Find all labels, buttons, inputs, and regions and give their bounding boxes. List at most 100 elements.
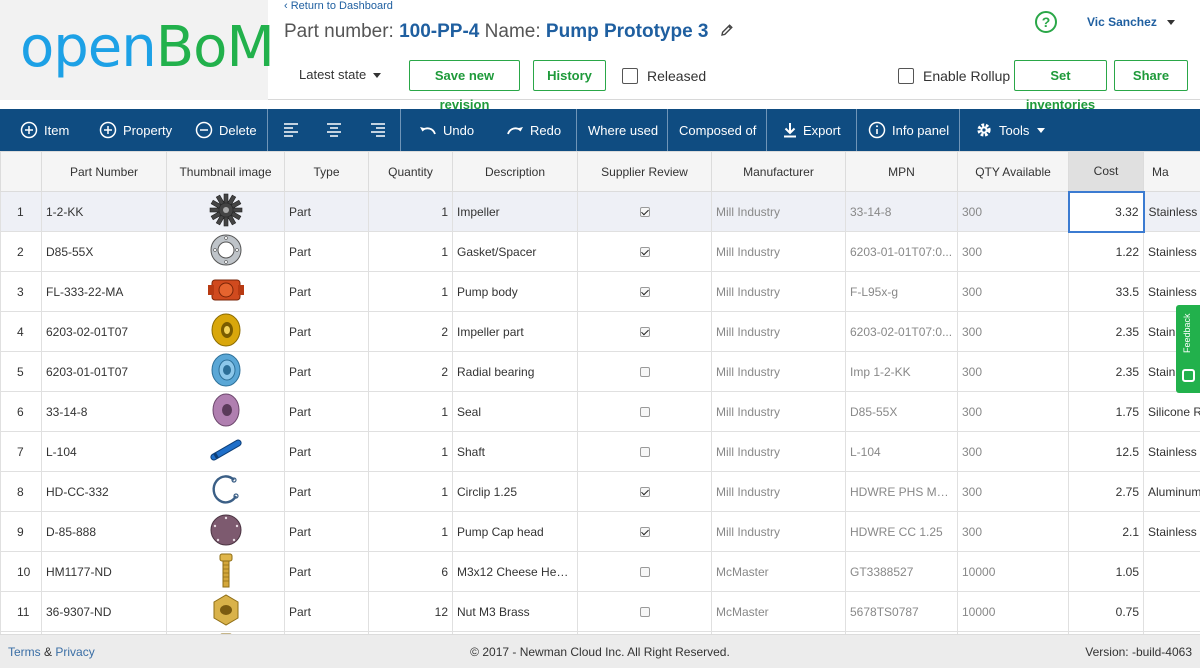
delete-button[interactable]: Delete bbox=[195, 109, 257, 151]
supplier-review-checkbox[interactable] bbox=[639, 327, 650, 338]
supplier-review-cell[interactable] bbox=[577, 271, 712, 312]
qty-available-cell[interactable]: 300 bbox=[957, 511, 1069, 552]
mpn-cell[interactable]: 33-14-8 bbox=[845, 191, 958, 232]
cost-cell[interactable]: 3.32 bbox=[1067, 190, 1145, 233]
qty-available-cell[interactable]: 300 bbox=[957, 231, 1069, 272]
supplier-review-cell[interactable] bbox=[577, 191, 712, 232]
row-number-cell[interactable]: 3 bbox=[0, 271, 42, 312]
thumbnail-cell[interactable] bbox=[166, 311, 285, 352]
material-cell[interactable]: Stainless S bbox=[1143, 511, 1200, 552]
supplier-review-checkbox[interactable] bbox=[639, 487, 650, 498]
thumbnail-cell[interactable] bbox=[166, 351, 285, 392]
supplier-review-cell[interactable] bbox=[577, 391, 712, 432]
qty-available-cell[interactable]: 10000 bbox=[957, 591, 1069, 632]
mpn-cell[interactable]: 6203-01-01T07:0... bbox=[845, 231, 958, 272]
thumbnail-cell[interactable] bbox=[166, 391, 285, 432]
quantity-cell[interactable]: 1 bbox=[368, 231, 453, 272]
enable-rollup-checkbox[interactable]: Enable Rollup bbox=[898, 66, 1010, 86]
type-cell[interactable]: Part bbox=[284, 311, 369, 352]
tools-menu-button[interactable]: Tools bbox=[975, 109, 1046, 151]
description-cell[interactable]: Impeller part bbox=[452, 311, 578, 352]
supplier-review-checkbox[interactable] bbox=[639, 447, 650, 458]
manufacturer-cell[interactable]: Mill Industry bbox=[711, 471, 846, 512]
col-header-quantity[interactable]: Quantity bbox=[368, 151, 453, 192]
quantity-cell[interactable]: 1 bbox=[368, 511, 453, 552]
qty-available-cell[interactable]: 300 bbox=[957, 311, 1069, 352]
supplier-review-cell[interactable] bbox=[577, 511, 712, 552]
manufacturer-cell[interactable]: McMaster bbox=[711, 551, 846, 592]
col-header-manufacturer[interactable]: Manufacturer bbox=[711, 151, 846, 192]
table-row[interactable]: 3 FL-333-22-MA Part 1 Pump body Mill Industry… bbox=[0, 271, 1200, 312]
supplier-review-cell[interactable] bbox=[577, 591, 712, 632]
mpn-cell[interactable]: HDWRE PHS M6... bbox=[845, 471, 958, 512]
mpn-cell[interactable]: 5678TS0787 bbox=[845, 591, 958, 632]
quantity-cell[interactable]: 2 bbox=[368, 311, 453, 352]
quantity-cell[interactable]: 1 bbox=[368, 471, 453, 512]
col-header-description[interactable]: Description bbox=[452, 151, 578, 192]
description-cell[interactable]: M3x12 Cheese Hea... bbox=[452, 551, 578, 592]
type-cell[interactable]: Part bbox=[284, 351, 369, 392]
part-number-cell[interactable]: 1-2-KK bbox=[41, 191, 167, 232]
type-cell[interactable]: Part bbox=[284, 551, 369, 592]
type-cell[interactable]: Part bbox=[284, 591, 369, 632]
supplier-review-checkbox[interactable] bbox=[639, 567, 650, 578]
part-number-cell[interactable]: FL-333-22-MA bbox=[41, 271, 167, 312]
manufacturer-cell[interactable]: Mill Industry bbox=[711, 311, 846, 352]
qty-available-cell[interactable]: 300 bbox=[957, 271, 1069, 312]
align-left-button[interactable] bbox=[283, 109, 305, 151]
manufacturer-cell[interactable]: Mill Industry bbox=[711, 191, 846, 232]
qty-available-cell[interactable]: 10000 bbox=[957, 551, 1069, 592]
qty-available-cell[interactable]: 300 bbox=[957, 431, 1069, 472]
table-row[interactable]: 5 6203-01-01T07 Part 2 Radial bearing Mill In… bbox=[0, 351, 1200, 392]
col-header-thumbnail[interactable]: Thumbnail image bbox=[166, 151, 285, 192]
type-cell[interactable]: Part bbox=[284, 271, 369, 312]
type-cell[interactable]: Part bbox=[284, 391, 369, 432]
type-cell[interactable]: Part bbox=[284, 431, 369, 472]
thumbnail-cell[interactable] bbox=[166, 471, 285, 512]
cost-cell[interactable]: 33.5 bbox=[1068, 271, 1144, 312]
part-number-cell[interactable]: 36-9307-ND bbox=[41, 591, 167, 632]
manufacturer-cell[interactable]: Mill Industry bbox=[711, 351, 846, 392]
col-header-row-number[interactable] bbox=[0, 151, 42, 192]
supplier-review-cell[interactable] bbox=[577, 311, 712, 352]
part-number-cell[interactable]: D-85-888 bbox=[41, 511, 167, 552]
quantity-cell[interactable]: 2 bbox=[368, 351, 453, 392]
material-cell[interactable]: Stainless S bbox=[1143, 431, 1200, 472]
qty-available-cell[interactable]: 300 bbox=[957, 471, 1069, 512]
supplier-review-cell[interactable] bbox=[577, 471, 712, 512]
row-number-cell[interactable]: 7 bbox=[0, 431, 42, 472]
quantity-cell[interactable]: 1 bbox=[368, 431, 453, 472]
type-cell[interactable]: Part bbox=[284, 471, 369, 512]
table-row[interactable]: 8 HD-CC-332 Part 1 Circlip 1.25 Mill Industry… bbox=[0, 471, 1200, 512]
thumbnail-cell[interactable] bbox=[166, 431, 285, 472]
released-checkbox-box[interactable] bbox=[622, 68, 638, 84]
share-button[interactable]: Share bbox=[1114, 60, 1188, 91]
qty-available-cell[interactable]: 300 bbox=[957, 391, 1069, 432]
supplier-review-cell[interactable] bbox=[577, 231, 712, 272]
thumbnail-cell[interactable] bbox=[166, 191, 285, 232]
part-number-cell[interactable]: HM1177-ND bbox=[41, 551, 167, 592]
manufacturer-cell[interactable]: Mill Industry bbox=[711, 231, 846, 272]
material-cell[interactable]: Stainless S bbox=[1143, 191, 1200, 232]
quantity-cell[interactable]: 1 bbox=[368, 391, 453, 432]
supplier-review-cell[interactable] bbox=[577, 551, 712, 592]
description-cell[interactable]: Pump Cap head bbox=[452, 511, 578, 552]
type-cell[interactable]: Part bbox=[284, 231, 369, 272]
edit-pencil-icon[interactable] bbox=[720, 20, 734, 44]
export-button[interactable]: Export bbox=[783, 109, 841, 151]
feedback-tab[interactable]: Feedback bbox=[1176, 305, 1200, 393]
cost-cell[interactable]: 2.35 bbox=[1068, 351, 1144, 392]
description-cell[interactable]: Shaft bbox=[452, 431, 578, 472]
state-dropdown[interactable]: Latest state bbox=[299, 67, 382, 82]
row-number-cell[interactable]: 1 bbox=[0, 191, 42, 232]
qty-available-cell[interactable]: 300 bbox=[957, 191, 1069, 232]
material-cell[interactable]: Aluminum bbox=[1143, 471, 1200, 512]
history-button[interactable]: History bbox=[533, 60, 606, 91]
released-checkbox[interactable]: Released bbox=[622, 66, 706, 86]
mpn-cell[interactable]: 6203-02-01T07:0... bbox=[845, 311, 958, 352]
enable-rollup-checkbox-box[interactable] bbox=[898, 68, 914, 84]
col-header-type[interactable]: Type bbox=[284, 151, 369, 192]
user-menu[interactable]: Vic Sanchez bbox=[1087, 15, 1175, 29]
row-number-cell[interactable]: 4 bbox=[0, 311, 42, 352]
manufacturer-cell[interactable]: Mill Industry bbox=[711, 431, 846, 472]
